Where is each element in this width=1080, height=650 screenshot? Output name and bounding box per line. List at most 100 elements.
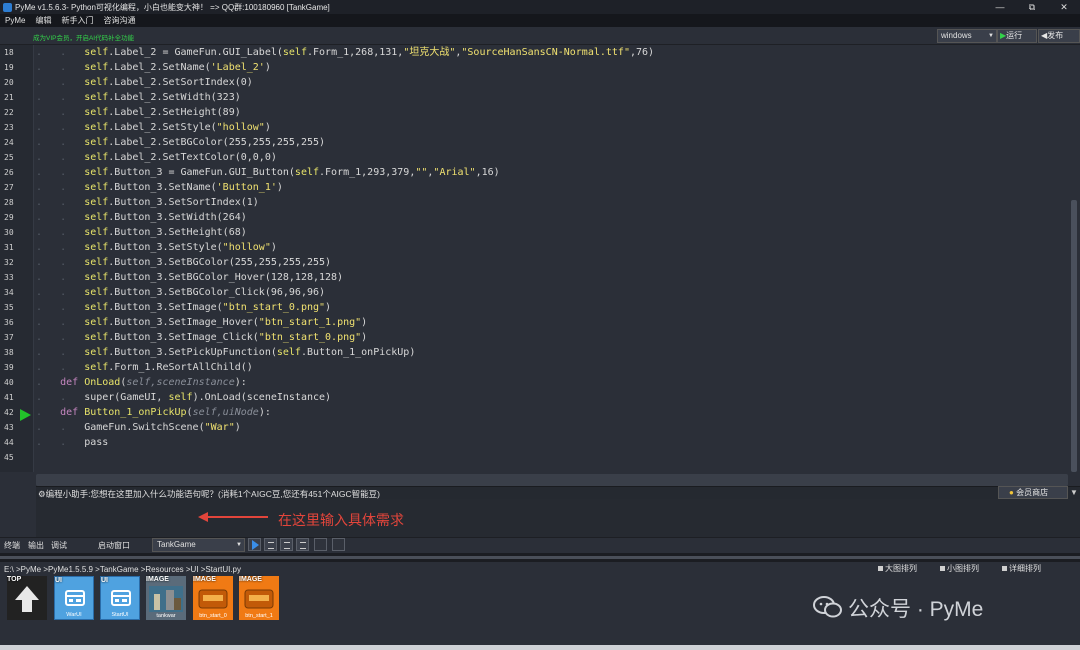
view-large-icons[interactable]: 大图排列 (878, 563, 917, 574)
line-number: 39 (4, 363, 14, 372)
file-item-startui[interactable]: UI StartUI (100, 576, 140, 620)
undo-icon[interactable] (314, 538, 327, 551)
align-right-icon[interactable] (296, 538, 309, 551)
line-number: 32 (4, 258, 14, 267)
line-number: 29 (4, 213, 14, 222)
current-line-marker-icon (20, 409, 31, 421)
close-button[interactable]: ✕ (1048, 0, 1080, 14)
code-line[interactable]: . . self.Button_3.SetImage_Click("btn_st… (36, 330, 367, 345)
line-number: 26 (4, 168, 14, 177)
file-item-warui[interactable]: UI WarUI (54, 576, 94, 620)
tab-debug[interactable]: 调试 (51, 540, 67, 551)
line-number: 23 (4, 123, 14, 132)
menu-bar: PyMe 编辑 新手入门 咨询沟通 (0, 14, 1080, 27)
assistant-input[interactable] (36, 499, 1080, 537)
code-line[interactable]: . . self.Button_3.SetImage_Hover("btn_st… (36, 315, 367, 330)
file-caption: StartUI (111, 612, 129, 618)
code-line[interactable]: . . self.Button_3.SetImage("btn_start_0.… (36, 300, 331, 315)
view-details-label: 详细排列 (1009, 564, 1041, 573)
horizontal-scrollbar[interactable] (36, 474, 1068, 486)
window-title: PyMe v1.5.6.3- Python可视化编程，小白也能变大神！ => Q… (15, 2, 330, 12)
code-line[interactable]: . . self.Button_3.SetWidth(264) (36, 210, 247, 225)
code-line[interactable]: . . self.Label_2.SetTextColor(0,0,0) (36, 150, 277, 165)
line-number: 20 (4, 78, 14, 87)
code-line[interactable]: . . GameFun.SwitchScene("War") (36, 420, 241, 435)
line-number: 41 (4, 393, 14, 402)
code-line[interactable]: . . self.Button_3.SetStyle("hollow") (36, 240, 277, 255)
publish-button[interactable]: ◀发布 (1038, 29, 1080, 43)
code-line[interactable]: . . self.Button_3.SetBGColor_Click(96,96… (36, 285, 325, 300)
chevron-down-icon: ▼ (236, 542, 242, 548)
line-number: 22 (4, 108, 14, 117)
file-item-top[interactable]: TOP (7, 576, 47, 620)
run-button[interactable]: ▶运行 (997, 29, 1037, 43)
code-line[interactable]: . def Button_1_onPickUp(self,uiNode): (36, 405, 271, 420)
code-line[interactable]: . . super(GameUI, self).OnLoad(sceneInst… (36, 390, 331, 405)
view-large-label: 大图排列 (885, 564, 917, 573)
annotation-text: 在这里输入具体需求 (278, 512, 404, 528)
tab-terminal[interactable]: 终端 (4, 540, 20, 551)
wechat-icon (813, 596, 842, 618)
platform-select[interactable]: windows ▼ (937, 29, 997, 43)
collapse-chevron-icon[interactable]: ▼ (1070, 488, 1078, 497)
view-details[interactable]: 详细排列 (1002, 563, 1041, 574)
file-item-btn-start-1[interactable]: IMAGE btn_start_1 (239, 576, 279, 620)
scene-select[interactable]: TankGame ▼ (152, 538, 245, 552)
code-line[interactable]: . . self.Button_3.SetName('Button_1') (36, 180, 283, 195)
code-line[interactable]: . . self.Label_2.SetSortIndex(0) (36, 75, 253, 90)
code-line[interactable]: . . self.Label_2.SetStyle("hollow") (36, 120, 271, 135)
menu-beginner[interactable]: 新手入门 (56, 15, 98, 26)
code-line[interactable]: . . self.Button_3.SetSortIndex(1) (36, 195, 259, 210)
line-number: 33 (4, 273, 14, 282)
align-left-icon[interactable] (264, 538, 277, 551)
line-number: 43 (4, 423, 14, 432)
code-line[interactable]: . . self.Button_3.SetPickUpFunction(self… (36, 345, 415, 360)
code-line[interactable]: . . self.Form_1.ReSortAllChild() (36, 360, 253, 375)
view-small-icons[interactable]: 小图排列 (940, 563, 979, 574)
file-caption: btn_start_1 (245, 613, 273, 619)
maximize-button[interactable]: ⧉ (1016, 0, 1048, 14)
tab-startup-window[interactable]: 启动窗口 (98, 540, 130, 551)
tab-output[interactable]: 输出 (28, 540, 44, 551)
vip-promo-link[interactable]: 成为VIP会员，开启AI代码补全功能 (33, 32, 134, 42)
code-line[interactable]: . . self.Button_3.SetHeight(68) (36, 225, 247, 240)
code-line[interactable]: . . self.Label_2.SetBGColor(255,255,255,… (36, 135, 325, 150)
code-area[interactable]: . . self.Label_2 = GameFun.GUI_Label(sel… (36, 45, 1068, 472)
line-number: 44 (4, 438, 14, 447)
file-caption: tankwar (156, 613, 176, 619)
menu-pyme[interactable]: PyMe (0, 16, 30, 25)
code-line[interactable]: . . self.Button_3.SetBGColor(255,255,255… (36, 255, 331, 270)
menu-consult[interactable]: 咨询沟通 (98, 15, 140, 26)
align-center-icon[interactable] (280, 538, 293, 551)
watermark-text: 公众号 · PyMe (848, 598, 984, 621)
line-number: 19 (4, 63, 14, 72)
menu-edit[interactable]: 编辑 (30, 15, 56, 26)
line-number: 30 (4, 228, 14, 237)
member-shop-label: 会员商店 (1016, 488, 1049, 497)
file-item-tankwar[interactable]: IMAGE tankwar (146, 576, 186, 620)
title-bar: PyMe v1.5.6.3- Python可视化编程，小白也能变大神！ => Q… (0, 0, 1080, 14)
code-line[interactable]: . . self.Button_3.SetBGColor_Hover(128,1… (36, 270, 343, 285)
code-line[interactable]: . def OnLoad(self,sceneInstance): (36, 375, 247, 390)
file-tag: TOP (7, 576, 22, 583)
line-number: 45 (4, 453, 14, 462)
member-shop-button[interactable]: ● 会员商店 (998, 486, 1068, 499)
code-line[interactable]: . . pass (36, 435, 108, 450)
code-line[interactable]: . . self.Label_2.SetHeight(89) (36, 105, 241, 120)
line-number: 40 (4, 378, 14, 387)
play-scene-button[interactable] (248, 538, 261, 551)
stop-icon[interactable] (332, 538, 345, 551)
code-line[interactable]: . . self.Button_3 = GameFun.GUI_Button(s… (36, 165, 500, 180)
code-line[interactable]: . . self.Label_2.SetWidth(323) (36, 90, 241, 105)
line-number: 38 (4, 348, 14, 357)
file-item-btn-start-0[interactable]: IMAGE btn_start_0 (193, 576, 233, 620)
code-line[interactable]: . . self.Label_2 = GameFun.GUI_Label(sel… (36, 45, 654, 60)
vertical-scrollbar-thumb[interactable] (1071, 200, 1077, 472)
splitter-handle[interactable] (0, 556, 1080, 559)
code-editor[interactable]: 18 19 20 21 22 23 24 25 26 27 28 29 30 31 32 33 34 35 36 37… (0, 45, 1080, 472)
code-line[interactable]: . . self.Label_2.SetName('Label_2') (36, 60, 271, 75)
minimize-button[interactable]: — (984, 0, 1016, 14)
scene-select-value: TankGame (157, 540, 196, 549)
line-number: 37 (4, 333, 14, 342)
line-number: 34 (4, 288, 14, 297)
